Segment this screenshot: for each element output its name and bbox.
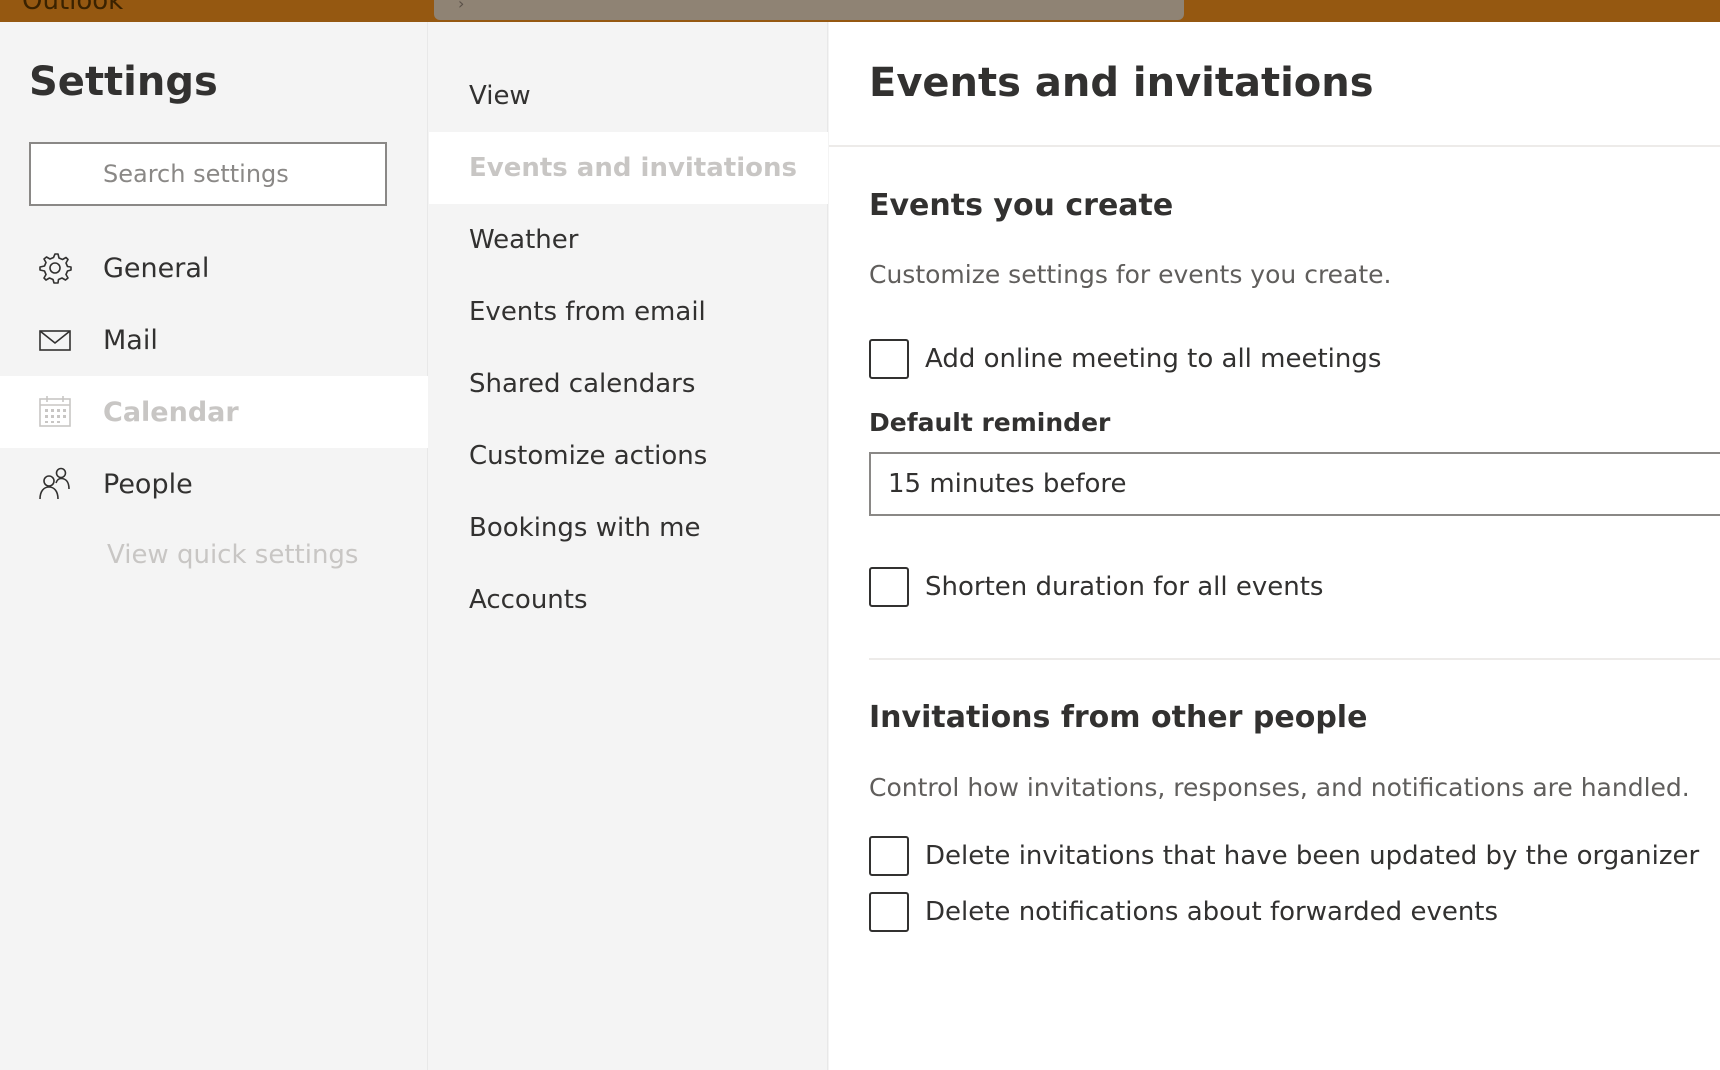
delete-forwarded-notifications-checkbox-row[interactable]: Delete notifications about forwarded eve… (869, 892, 1498, 932)
search-settings-field[interactable] (29, 142, 387, 206)
add-online-meeting-checkbox[interactable] (869, 339, 909, 379)
add-online-meeting-checkbox-row[interactable]: Add online meeting to all meetings (869, 339, 1381, 379)
settings-dialog: Settings General Mail (0, 22, 1720, 1070)
people-icon (39, 467, 70, 500)
global-search-box[interactable]: › (434, 0, 1184, 20)
app-title[interactable]: Outlook (22, 0, 123, 16)
search-settings-input[interactable] (31, 144, 385, 204)
page-title: Events and invitations (869, 60, 1374, 106)
tab-bookings-with-me[interactable]: Bookings with me (429, 492, 828, 564)
search-chevron-icon: › (458, 0, 465, 13)
nav-item-people[interactable]: People (0, 448, 428, 520)
section-title-events-you-create: Events you create (869, 188, 1174, 223)
section-divider (869, 658, 1720, 660)
nav-item-general[interactable]: General (0, 232, 428, 304)
shorten-duration-checkbox-row[interactable]: Shorten duration for all events (869, 567, 1323, 607)
app-header: Outlook › (0, 0, 1720, 22)
nav-label: People (103, 468, 193, 500)
tab-label: Weather (469, 225, 579, 255)
section-description: Control how invitations, responses, and … (869, 773, 1690, 802)
settings-title: Settings (29, 59, 218, 105)
default-reminder-label: Default reminder (869, 408, 1111, 437)
section-description: Customize settings for events you create… (869, 260, 1392, 289)
calendar-icon (39, 396, 71, 427)
section-title-invitations: Invitations from other people (869, 700, 1368, 735)
tab-label: Shared calendars (469, 369, 696, 399)
checkbox-label: Delete notifications about forwarded eve… (925, 897, 1499, 927)
nav-label: Mail (103, 324, 158, 356)
tab-label: Customize actions (469, 441, 708, 471)
tab-label: Events from email (469, 297, 706, 327)
tab-shared-calendars[interactable]: Shared calendars (429, 348, 828, 420)
nav-item-calendar[interactable]: Calendar (0, 376, 428, 448)
nav-label: General (103, 252, 210, 284)
checkbox-label: Delete invitations that have been update… (925, 841, 1700, 871)
shorten-duration-checkbox[interactable] (869, 567, 909, 607)
checkbox-label: Shorten duration for all events (925, 572, 1324, 602)
dropdown-value: 15 minutes before (888, 469, 1127, 499)
tab-events-and-invitations[interactable]: Events and invitations (429, 132, 828, 204)
delete-updated-invitations-checkbox-row[interactable]: Delete invitations that have been update… (869, 836, 1699, 876)
tab-customize-actions[interactable]: Customize actions (429, 420, 828, 492)
tab-label: Bookings with me (469, 513, 701, 543)
delete-forwarded-notifications-checkbox[interactable] (869, 892, 909, 932)
settings-category-pane: Settings General Mail (0, 22, 428, 1070)
tab-view[interactable]: View (429, 60, 828, 132)
nav-item-mail[interactable]: Mail (0, 304, 428, 376)
gear-icon (39, 253, 72, 284)
tab-label: Accounts (469, 585, 588, 615)
tab-weather[interactable]: Weather (429, 204, 828, 276)
delete-updated-invitations-checkbox[interactable] (869, 836, 909, 876)
tab-label: Events and invitations (469, 153, 797, 183)
mail-icon (39, 330, 71, 351)
header-divider (829, 145, 1720, 147)
settings-content-pane: Events and invitations Events you create… (829, 22, 1720, 1070)
checkbox-label: Add online meeting to all meetings (925, 344, 1382, 374)
nav-label: Calendar (103, 396, 239, 428)
tab-events-from-email[interactable]: Events from email (429, 276, 828, 348)
tab-label: View (469, 81, 531, 111)
default-reminder-dropdown[interactable]: 15 minutes before (869, 452, 1720, 516)
tab-accounts[interactable]: Accounts (429, 564, 828, 636)
view-quick-settings-link[interactable]: View quick settings (107, 540, 358, 570)
calendar-submenu-pane: View Events and invitations Weather Even… (429, 22, 828, 1070)
